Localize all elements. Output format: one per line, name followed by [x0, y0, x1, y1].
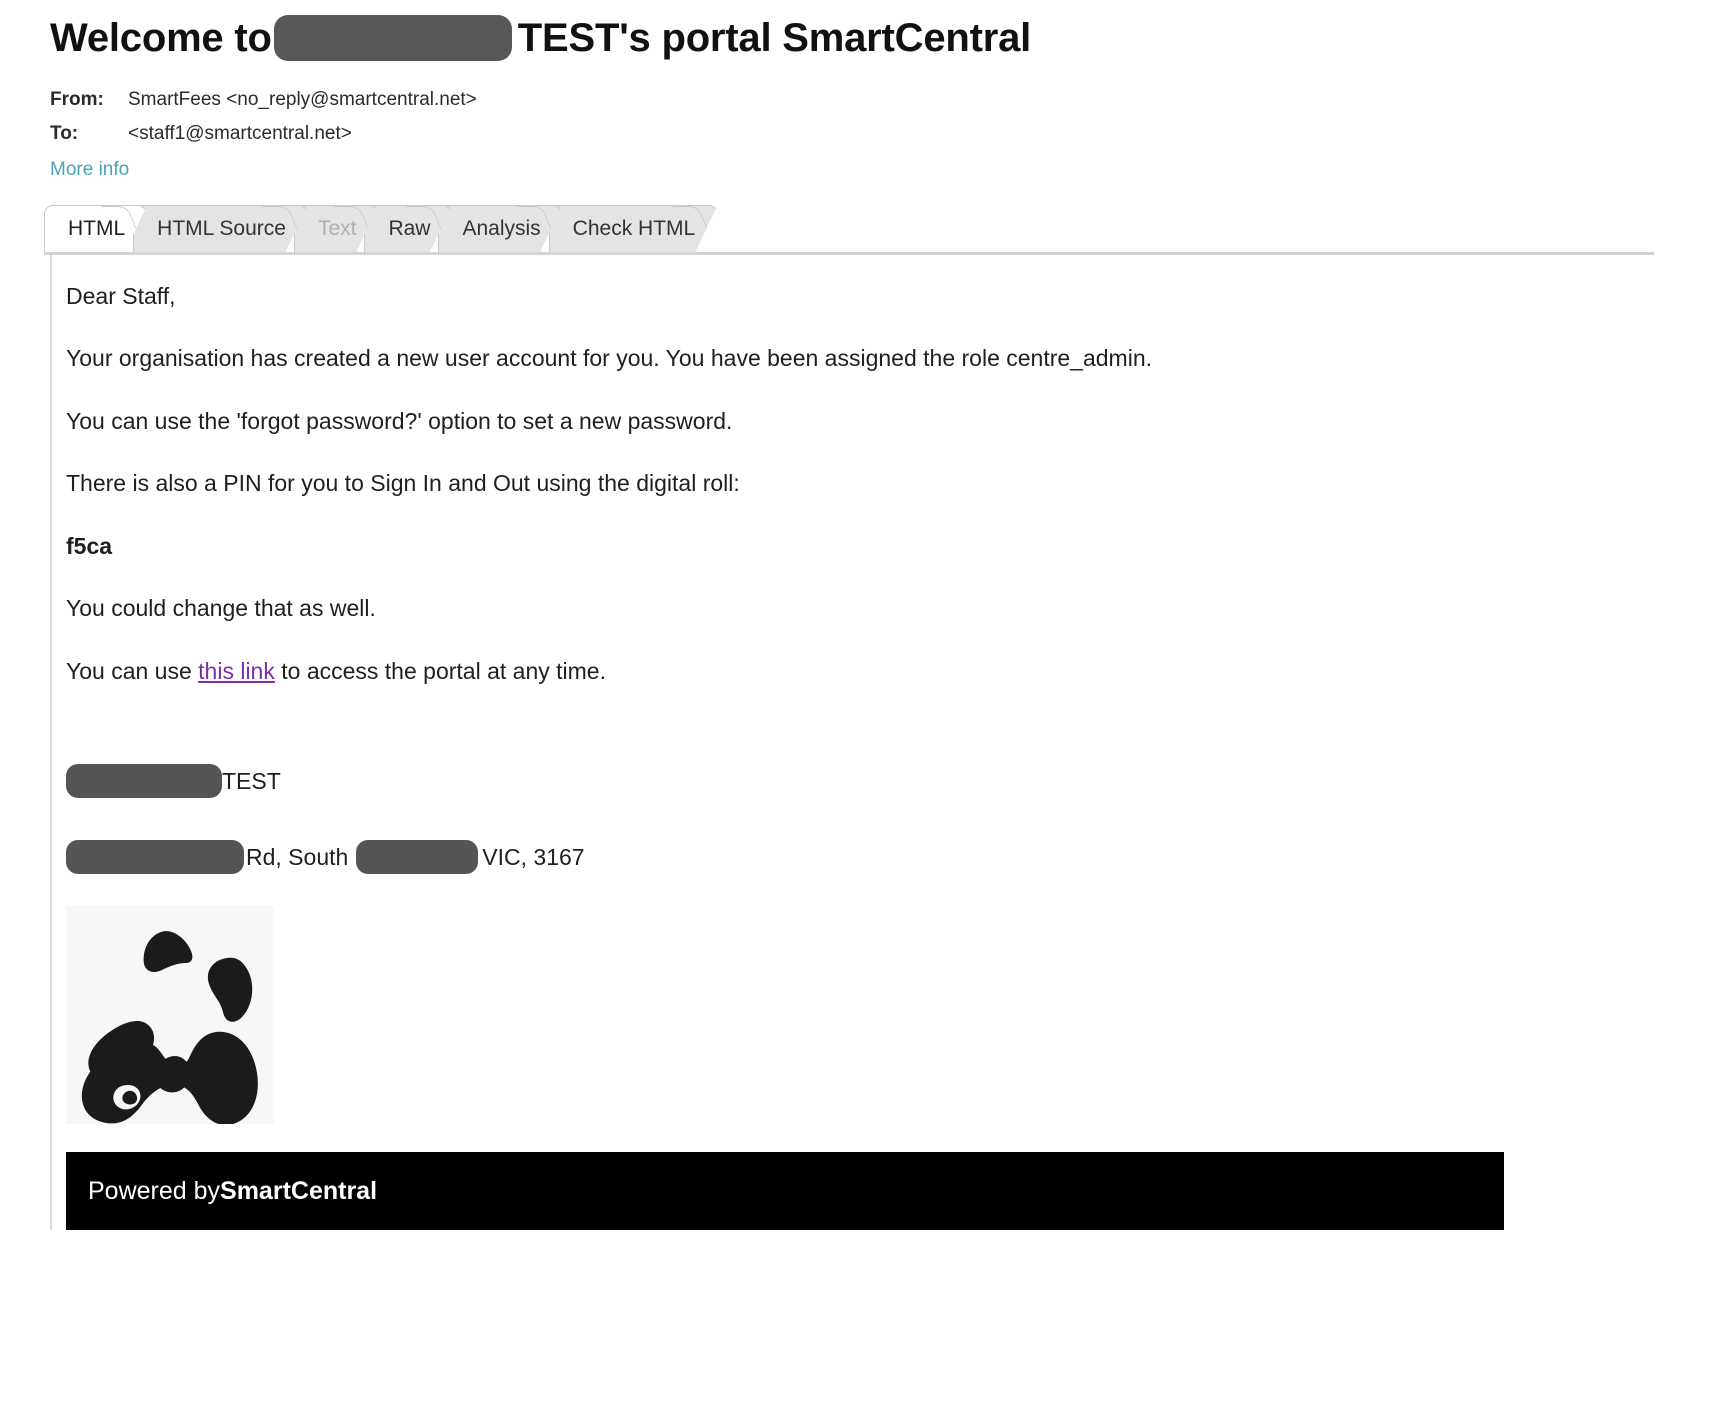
redaction-org-name — [273, 15, 512, 61]
signature-org-suffix: TEST — [222, 767, 281, 794]
email-subject: Welcome to TEST's portal SmartCentral — [50, 14, 1732, 62]
body-paragraph-2: You can use the 'forgot password?' optio… — [66, 407, 733, 434]
portal-sentence-prefix: You can use — [66, 657, 199, 684]
more-info-link[interactable]: More info — [50, 160, 129, 179]
panda-logo-icon — [66, 906, 274, 1125]
from-label: From: — [50, 89, 104, 110]
tab-label: HTML Source — [157, 216, 286, 240]
tab-label: Check HTML — [572, 216, 696, 240]
email-signature: TEST Rd, South VIC, 3167 Powered by Smar… — [66, 686, 1700, 1231]
body-paragraph-1: Your organisation has created a new user… — [66, 345, 1152, 372]
subject-prefix: Welcome to — [50, 16, 272, 60]
from-row: From: SmartFees <no_reply@smartcentral.n… — [50, 90, 1732, 109]
redaction-suburb — [356, 840, 479, 875]
tab-html[interactable]: HTML — [44, 205, 147, 252]
to-row: To: <staff1@smartcentral.net> — [50, 124, 1732, 143]
portal-sentence-suffix: to access the portal at any time. — [274, 657, 606, 684]
body-paragraph-4: You could change that as well. — [66, 595, 376, 622]
email-meta: From: SmartFees <no_reply@smartcentral.n… — [50, 90, 1732, 179]
tab-label: Text — [317, 216, 357, 240]
body-greeting: Dear Staff, — [66, 283, 176, 309]
view-tabs: HTML HTML Source Text Raw Analysis Check HTML — [44, 205, 1654, 255]
to-label: To: — [50, 123, 79, 144]
subject-suffix: TEST's portal SmartCentral — [517, 16, 1032, 60]
body-pin-value: f5ca — [66, 532, 113, 559]
tab-label: Raw — [388, 216, 431, 240]
powered-by-footer: Powered by SmartCentral — [66, 1152, 1504, 1231]
tab-label: HTML — [68, 216, 126, 240]
from-value: SmartFees <no_reply@smartcentral.net> — [128, 89, 477, 110]
redaction-street — [66, 840, 244, 875]
redaction-org — [66, 764, 222, 799]
powered-by-text: Powered by — [88, 1176, 221, 1205]
address-part-2: VIC, 3167 — [482, 843, 585, 870]
email-header: Welcome to TEST's portal SmartCentral Fr… — [0, 0, 1732, 179]
tab-analysis[interactable]: Analysis — [438, 205, 562, 252]
portal-link[interactable]: this link — [198, 658, 275, 684]
body-paragraph-5: You can use this link to access the port… — [66, 624, 1700, 686]
body-paragraph-3: There is also a PIN for you to Sign In a… — [66, 470, 740, 497]
to-value: <staff1@smartcentral.net> — [128, 123, 352, 144]
brand-name: SmartCentral — [220, 1176, 378, 1205]
tab-html-source[interactable]: HTML Source — [133, 205, 308, 252]
tab-check-html[interactable]: Check HTML — [549, 205, 718, 252]
tab-label: Analysis — [462, 216, 541, 240]
signature-address-line: Rd, South VIC, 3167 — [66, 840, 1700, 875]
email-body-pane: Dear Staff, Your organisation has create… — [50, 255, 1700, 1231]
address-part-1: Rd, South — [246, 843, 349, 870]
signature-org-line: TEST — [66, 764, 1700, 799]
